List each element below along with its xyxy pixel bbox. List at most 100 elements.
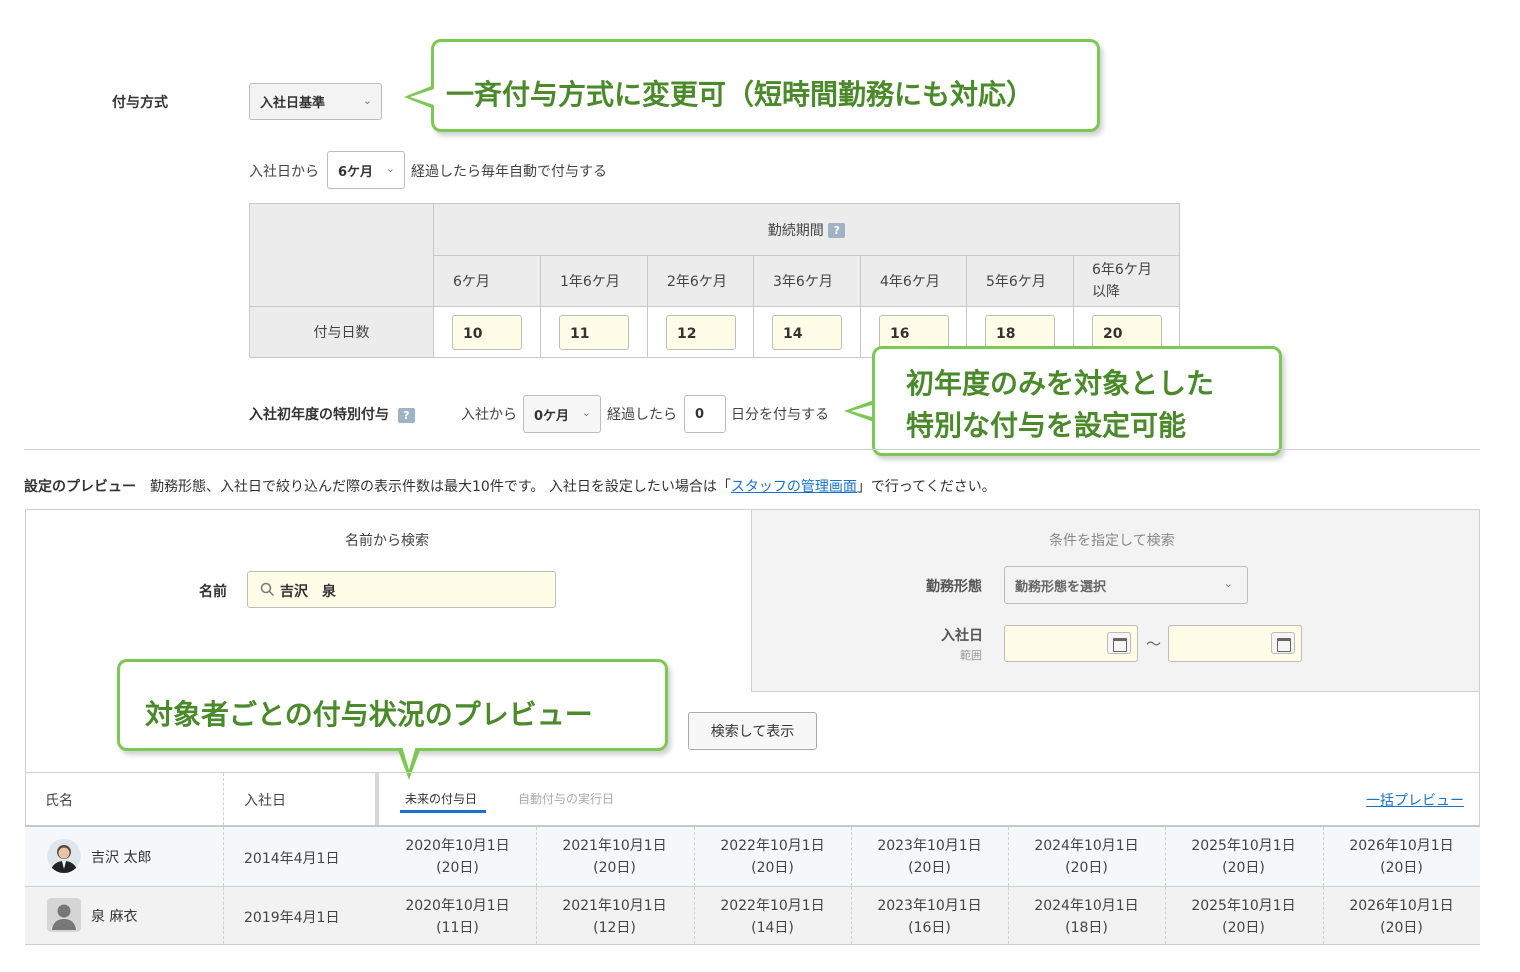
grant-date: 2021年10月1日 [562, 898, 667, 914]
grant-days-label: 付与日数 [249, 306, 434, 358]
grant-days: (20日) [1222, 860, 1265, 876]
period-cell: 1年6ケ月 [540, 255, 648, 307]
special-suffix: 日分を付与する [731, 407, 829, 423]
auto-grant-months-select[interactable]: 6ケ月 ⌄ [327, 151, 405, 189]
callout-special-grant: 初年度のみを対象とした 特別な付与を設定可能 [872, 346, 1282, 456]
grant-date: 2025年10月1日 [1191, 838, 1296, 854]
tab-auto-grant[interactable]: 自動付与の実行日 [518, 790, 614, 807]
callout-bulk-grant-text: 一斉付与方式に変更可（短時間勤務にも対応） [446, 78, 1035, 111]
callout-preview: 対象者ごとの付与状況のプレビュー [117, 659, 668, 751]
tenure-header-text: 勤続期間 [767, 222, 824, 239]
period-cell: 4年6ケ月 [860, 255, 967, 307]
grant-date: 2026年10月1日 [1349, 898, 1454, 914]
join-date-from-input[interactable] [1004, 625, 1138, 662]
special-months-select[interactable]: 0ケ月 ⌄ [523, 395, 601, 433]
grant-days: (12日) [593, 920, 636, 936]
calendar-icon[interactable] [1271, 632, 1295, 654]
help-icon[interactable]: ? [828, 223, 846, 238]
grant-date: 2026年10月1日 [1349, 838, 1454, 854]
search-icon [260, 582, 275, 597]
days-cell: 14 [753, 306, 861, 358]
avatar [47, 839, 81, 873]
grant-days: (20日) [436, 860, 479, 876]
condition-search-title: 条件を指定して検索 [1049, 533, 1175, 549]
join-date-label: 入社日 [941, 628, 983, 644]
grant-date: 2020年10月1日 [405, 898, 510, 914]
grant-days-input[interactable]: 14 [772, 315, 842, 350]
grant-cell: 2022年10月1日 (20日) [694, 827, 851, 887]
tab-future-grant[interactable]: 未来の付与日 [405, 790, 477, 807]
special-grant-label-text: 入社初年度の特別付与 [249, 407, 389, 423]
period-cell-last: 6年6ケ月以降 [1073, 255, 1180, 307]
special-grant-label: 入社初年度の特別付与 ? [249, 404, 415, 424]
tenure-header: 勤続期間 ? [433, 203, 1180, 256]
join-date-to-input[interactable] [1168, 625, 1302, 662]
grant-days: (11日) [436, 920, 479, 936]
grant-date: 2020年10月1日 [405, 838, 510, 854]
period-cell: 6ケ月 [433, 255, 541, 307]
grant-days-input[interactable]: 16 [879, 315, 949, 350]
period-cell: 5年6ケ月 [966, 255, 1074, 307]
staff-management-link[interactable]: スタッフの管理画面 [731, 479, 857, 495]
callout-tail-inner [402, 746, 416, 770]
chevron-down-icon: ⌄ [362, 93, 372, 107]
preview-description-line: 設定のプレビュー 勤務形態、入社日で絞り込んだ際の表示件数は最大10件です。 入社… [24, 476, 996, 496]
calendar-icon[interactable] [1107, 632, 1131, 654]
grant-days-input[interactable]: 11 [559, 315, 629, 350]
grant-days: (14日) [751, 920, 794, 936]
avatar [47, 898, 81, 932]
period-cell-last-text: 6年6ケ月以降 [1092, 262, 1152, 300]
name-search-value: 吉沢 泉 [280, 584, 336, 600]
work-type-placeholder: 勤務形態を選択 [1015, 579, 1107, 595]
grant-method-select[interactable]: 入社日基準 ⌄ [249, 83, 382, 120]
period-cell: 3年6ケ月 [753, 255, 861, 307]
grant-date: 2025年10月1日 [1191, 898, 1296, 914]
active-tab-indicator [400, 810, 486, 813]
callout-preview-text: 対象者ごとの付与状況のプレビュー [145, 698, 593, 731]
special-prefix: 入社から [461, 407, 517, 423]
grant-date: 2021年10月1日 [562, 838, 667, 854]
tenure-grant-table: 勤続期間 ? 6ケ月 1年6ケ月 2年6ケ月 3年6ケ月 4年6ケ月 5年6ケ月… [249, 203, 1180, 358]
bulk-preview-link[interactable]: 一括プレビュー [1366, 790, 1464, 810]
grant-cell: 2021年10月1日 (20日) [536, 827, 693, 887]
table-row[interactable]: 吉沢 太郎 2014年4月1日 2020年10月1日 (20日) 2021年10月… [25, 827, 1480, 887]
special-days-input[interactable]: 0 [684, 395, 726, 433]
staff-join-date: 2014年4月1日 [244, 851, 340, 867]
auto-grant-suffix: 経過したら毎年自動で付与する [411, 164, 607, 180]
grant-days: (20日) [751, 860, 794, 876]
callout-special-line1: 初年度のみを対象とした [906, 367, 1215, 400]
grant-days-input[interactable]: 10 [452, 315, 522, 350]
chevron-down-icon: ⌄ [581, 406, 591, 420]
grant-days-input[interactable]: 20 [1092, 315, 1162, 350]
days-cell: 11 [540, 306, 648, 358]
grant-cell: 2025年10月1日 (20日) [1165, 887, 1322, 947]
callout-special-line2: 特別な付与を設定可能 [906, 409, 1187, 442]
search-display-button[interactable]: 検索して表示 [688, 712, 817, 750]
name-label: 名前 [199, 584, 227, 600]
list-top-border [25, 772, 1480, 773]
grant-cell: 2023年10月1日 (16日) [851, 887, 1008, 947]
section-divider [24, 449, 1480, 450]
grant-date: 2023年10月1日 [877, 838, 982, 854]
work-type-select[interactable]: 勤務形態を選択 ⌄ [1004, 566, 1248, 604]
col-name-header: 氏名 [45, 793, 73, 809]
grant-days: (16日) [908, 920, 951, 936]
grant-method-value: 入社日基準 [260, 96, 326, 111]
grant-days: (20日) [593, 860, 636, 876]
grant-cell: 2025年10月1日 (20日) [1165, 827, 1322, 887]
table-row[interactable]: 泉 麻衣 2019年4月1日 2020年10月1日 (11日) 2021年10月1… [25, 887, 1480, 945]
grant-cell: 2026年10月1日 (20日) [1323, 887, 1480, 947]
grant-days: (18日) [1065, 920, 1108, 936]
grant-cell: 2020年10月1日 (20日) [379, 827, 536, 887]
grant-days: (20日) [1065, 860, 1108, 876]
chevron-down-icon: ⌄ [385, 162, 395, 176]
grant-days-input[interactable]: 12 [666, 315, 736, 350]
grant-days: (20日) [908, 860, 951, 876]
name-search-input[interactable]: 吉沢 泉 [247, 571, 556, 608]
grant-days-input[interactable]: 18 [985, 315, 1055, 350]
col-join-header: 入社日 [244, 793, 286, 809]
special-months-value: 0ケ月 [534, 408, 570, 424]
grant-days: (20日) [1222, 920, 1265, 936]
help-icon[interactable]: ? [397, 407, 415, 423]
auto-grant-prefix: 入社日から [249, 164, 319, 180]
